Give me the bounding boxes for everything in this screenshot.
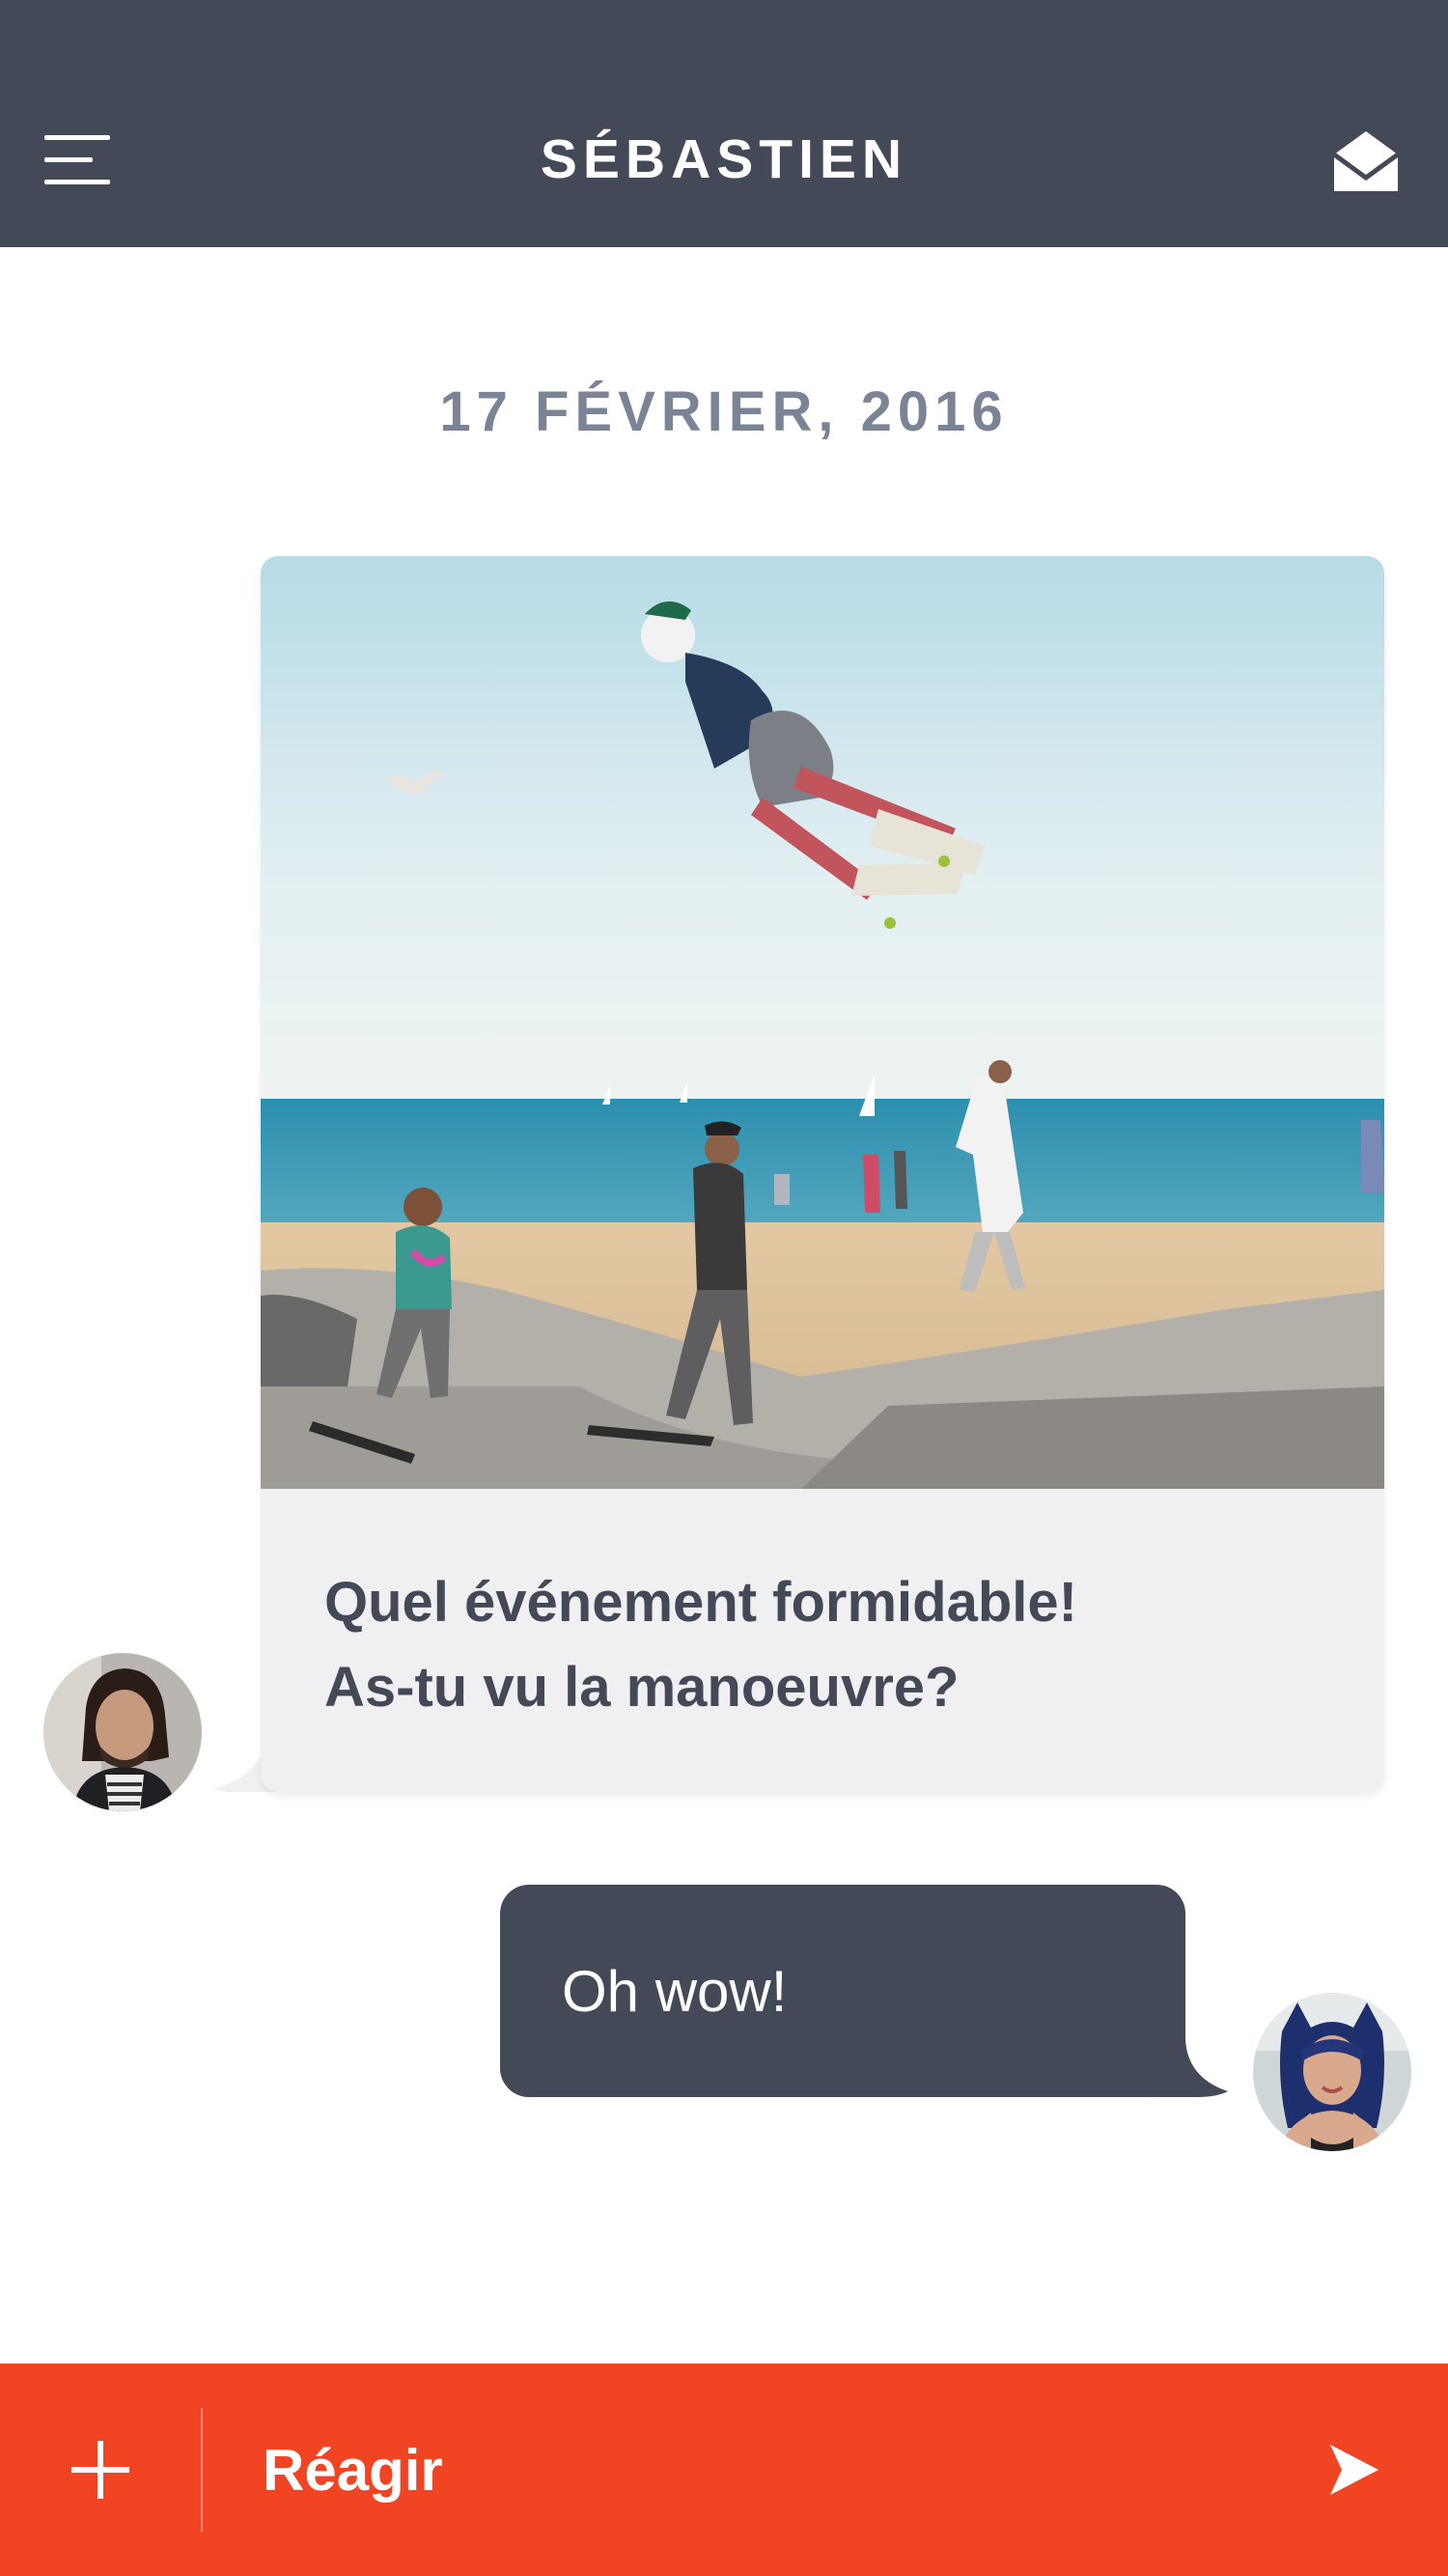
outgoing-message-bubble: Oh wow! [500, 1885, 1185, 2097]
outgoing-message-text: Oh wow! [562, 1959, 788, 2024]
reply-input[interactable] [263, 2431, 1228, 2508]
message-line: As-tu vu la manoeuvre? [324, 1656, 960, 1719]
reply-composer [0, 2364, 1448, 2576]
conversation-title: SÉBASTIEN [540, 128, 908, 190]
app-header: SÉBASTIEN [0, 0, 1448, 247]
avatar-sebastien[interactable] [43, 1653, 202, 1811]
avatar-me[interactable] [1253, 1993, 1411, 2151]
open-envelope-icon[interactable] [1332, 129, 1400, 193]
send-icon[interactable] [1328, 2443, 1380, 2497]
date-separator: 17 FÉVRIER, 2016 [439, 380, 1009, 443]
incoming-message-text: Quel événement formidable! As-tu vu la m… [324, 1560, 1348, 1730]
message-line: Quel événement formidable! [324, 1571, 1077, 1634]
plus-icon[interactable] [71, 2441, 129, 2499]
incoming-message-bubble: Quel événement formidable! As-tu vu la m… [261, 556, 1384, 1792]
message-photo[interactable] [261, 556, 1384, 1489]
composer-divider [201, 2408, 203, 2532]
